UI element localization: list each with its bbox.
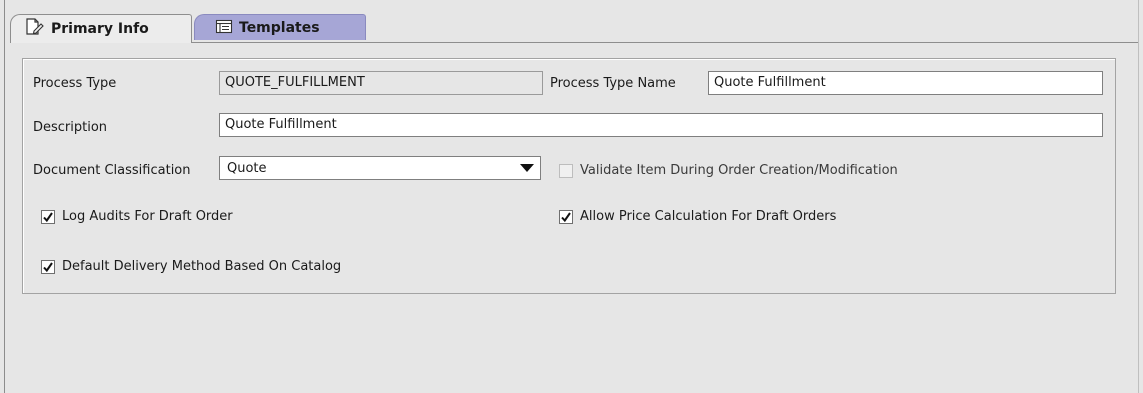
dropdown-arrow-icon — [514, 157, 540, 179]
process-type-field: QUOTE_FULFILLMENT — [219, 71, 543, 95]
document-classification-select[interactable]: Quote — [219, 156, 541, 180]
tab-templates-label: Templates — [239, 19, 320, 36]
validate-item-box — [559, 163, 573, 178]
log-audits-checkbox[interactable]: Log Audits For Draft Order — [41, 209, 233, 224]
tab-primary-info-label: Primary Info — [51, 21, 149, 37]
tab-strip: Primary Info Templates — [10, 14, 1138, 43]
window-right-border — [1138, 0, 1139, 393]
document-classification-value: Quote — [227, 160, 267, 176]
default-delivery-method-label: Default Delivery Method Based On Catalog — [62, 259, 342, 274]
process-type-label: Process Type — [33, 76, 117, 91]
checkmark-icon — [41, 259, 55, 274]
process-type-name-label: Process Type Name — [550, 76, 676, 91]
log-audits-label: Log Audits For Draft Order — [62, 209, 233, 224]
template-list-icon — [215, 18, 233, 38]
document-edit-icon — [25, 18, 45, 40]
allow-price-calculation-label: Allow Price Calculation For Draft Orders — [580, 209, 837, 224]
tab-primary-info[interactable]: Primary Info — [10, 14, 192, 43]
document-classification-label: Document Classification — [33, 163, 191, 178]
checkmark-icon — [41, 209, 55, 224]
checkmark-icon — [559, 209, 573, 224]
tab-templates[interactable]: Templates — [194, 14, 366, 40]
primary-info-panel: Process Type QUOTE_FULFILLMENT Process T… — [22, 58, 1116, 294]
window-left-border — [4, 0, 5, 393]
description-label: Description — [33, 120, 108, 135]
process-type-name-input[interactable]: Quote Fulfillment — [708, 71, 1103, 95]
validate-item-label: Validate Item During Order Creation/Modi… — [580, 163, 898, 178]
validate-item-checkbox[interactable]: Validate Item During Order Creation/Modi… — [559, 163, 898, 178]
description-input[interactable]: Quote Fulfillment — [219, 113, 1103, 137]
allow-price-calculation-checkbox[interactable]: Allow Price Calculation For Draft Orders — [559, 209, 836, 224]
default-delivery-method-checkbox[interactable]: Default Delivery Method Based On Catalog — [41, 259, 341, 274]
